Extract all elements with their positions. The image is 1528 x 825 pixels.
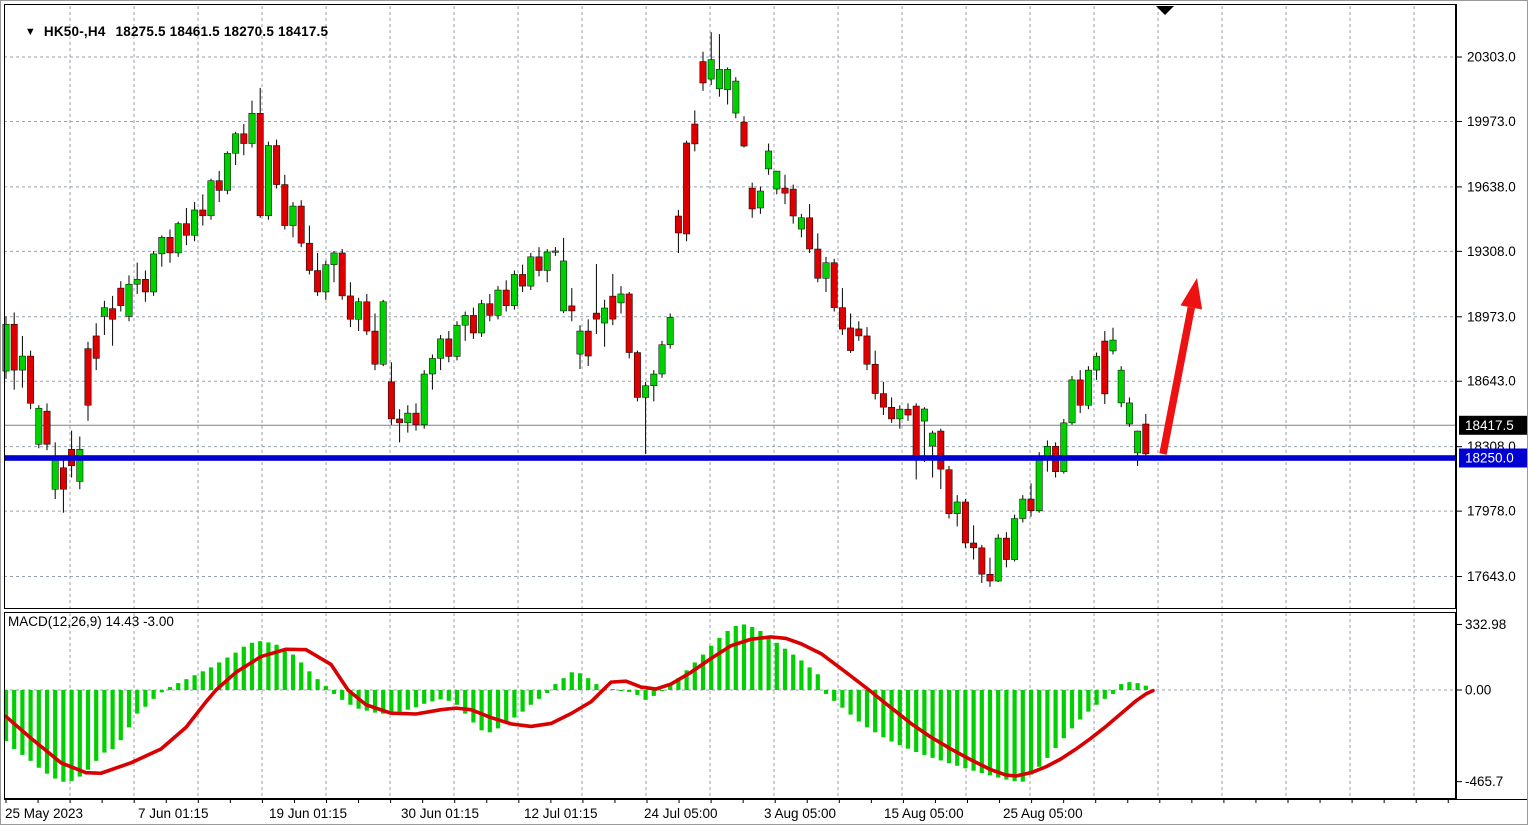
candles-layer: [3, 32, 1149, 587]
time-axis: 25 May 2023 7 Jun 01:15 19 Jun 01:15 30 Jun…: [4, 799, 1528, 821]
price-axis-label: 19973.0: [1467, 114, 1516, 129]
svg-text:18417.5: 18417.5: [1465, 418, 1514, 433]
time-axis-label: 19 Jun 01:15: [269, 806, 347, 821]
ohlc-values: 18275.5 18461.5 18270.5 18417.5: [116, 24, 329, 39]
chart-title: ▼ HK50-,H4 18275.5 18461.5 18270.5 18417.5: [9, 9, 328, 54]
svg-text:18250.0: 18250.0: [1465, 451, 1514, 466]
time-axis-label: 12 Jul 01:15: [524, 806, 598, 821]
time-axis-label: 7 Jun 01:15: [138, 806, 209, 821]
time-axis-label: 24 Jul 05:00: [644, 806, 718, 821]
price-axis-label: 17978.0: [1467, 504, 1516, 519]
top-marker-icon: [1156, 6, 1174, 15]
symbol-period-label: HK50-,H4: [44, 24, 106, 39]
macd-indicator-label: MACD(12,26,9) 14.43 -3.00: [8, 614, 174, 629]
macd-layer: [4, 624, 1153, 781]
time-axis-label: 30 Jun 01:15: [401, 806, 479, 821]
symbol-dropdown-icon[interactable]: ▼: [25, 26, 36, 38]
price-axis-label: 19308.0: [1467, 244, 1516, 259]
candlestick-chart: 20303.0 19973.0 19638.0 19308.0 18973.0 18643…: [1, 1, 1528, 825]
price-axis-label: 17643.0: [1467, 569, 1516, 584]
macd-axis-label: -465.7: [1465, 774, 1503, 789]
panel-borders: [5, 4, 1457, 799]
support-line-18250[interactable]: [4, 455, 1456, 461]
trend-arrow[interactable]: [1163, 278, 1202, 454]
time-axis-label: 25 Aug 05:00: [1003, 806, 1083, 821]
time-axis-label: 25 May 2023: [5, 806, 83, 821]
time-axis-label: 3 Aug 05:00: [764, 806, 836, 821]
price-axis-label: 19638.0: [1467, 179, 1516, 194]
price-axis-label: 18973.0: [1467, 309, 1516, 324]
trading-chart-window: 20303.0 19973.0 19638.0 19308.0 18973.0 18643…: [0, 0, 1528, 825]
macd-axis-label: 332.98: [1465, 617, 1506, 632]
price-axis-label: 18643.0: [1467, 374, 1516, 389]
price-axis-label: 20303.0: [1467, 50, 1516, 65]
price-axis: 20303.0 19973.0 19638.0 19308.0 18973.0 18643…: [1456, 50, 1527, 790]
macd-axis-label: 0.00: [1465, 683, 1491, 698]
time-axis-label: 15 Aug 05:00: [884, 806, 964, 821]
